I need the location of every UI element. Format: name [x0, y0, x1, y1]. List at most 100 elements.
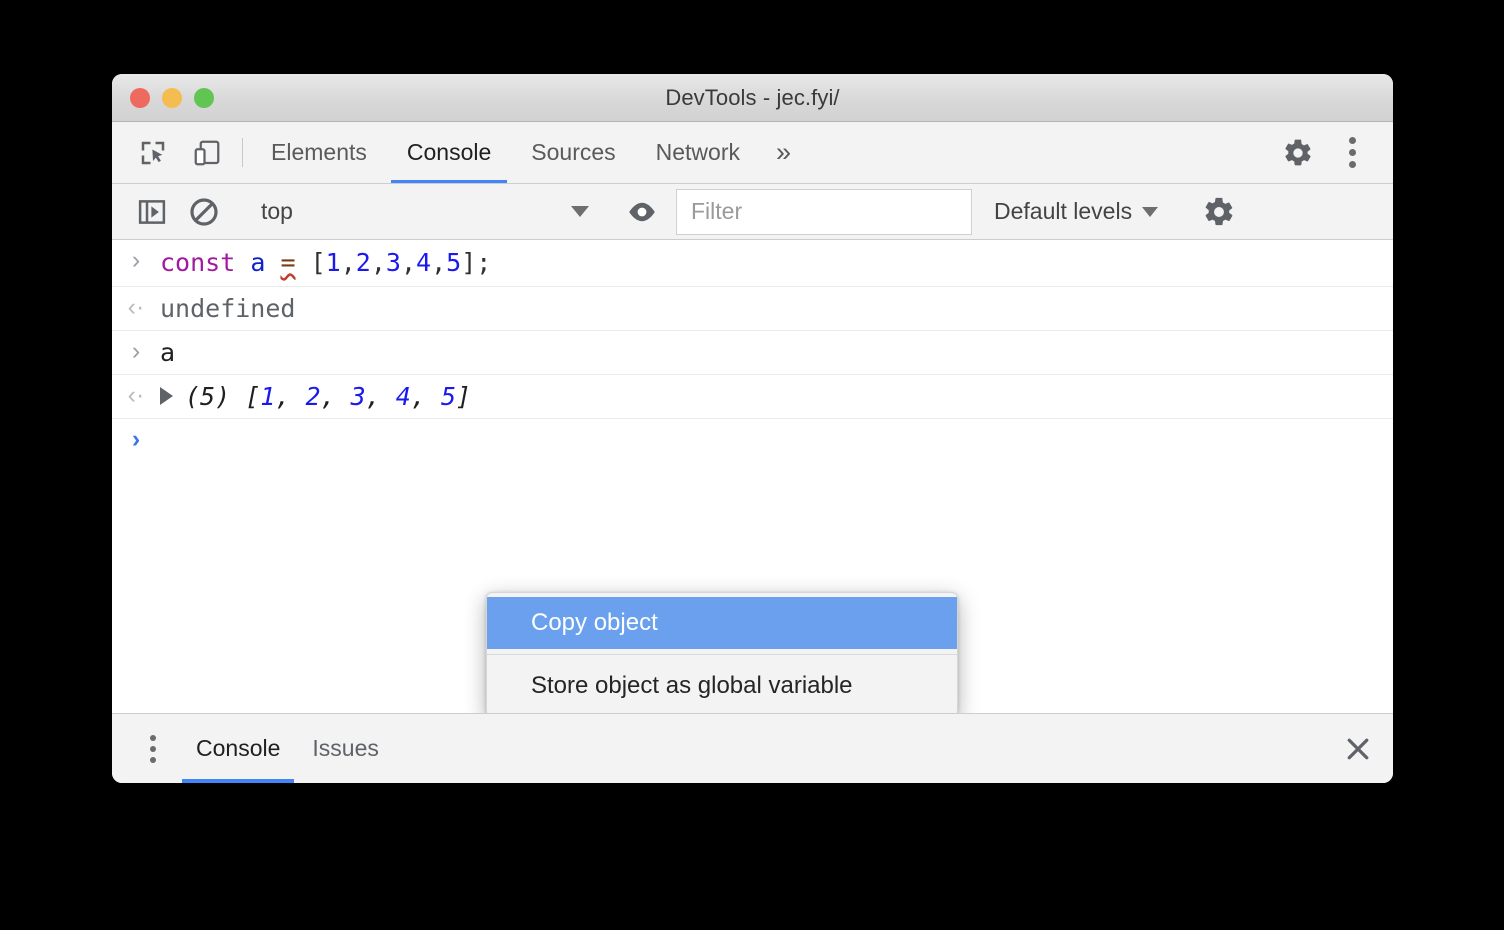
token-comma-1: ,: [340, 248, 356, 277]
token-num-4: 4: [416, 248, 432, 277]
more-tabs-chevron-icon[interactable]: »: [760, 122, 807, 183]
console-row-output-undefined[interactable]: ‹· undefined: [112, 287, 1393, 331]
drawer-more-options-dots: [150, 734, 156, 763]
console-settings-gear-icon[interactable]: [1193, 192, 1245, 232]
console-row-input-const[interactable]: › const a = [1,2,3,4,5];: [112, 240, 1393, 287]
console-sidebar-icon[interactable]: [126, 192, 178, 232]
console-row-gutter: ‹·: [112, 382, 160, 408]
console-output-undefined: undefined: [160, 294, 296, 323]
clear-console-icon[interactable]: [178, 192, 230, 232]
drawer-tab-issues-label: Issues: [312, 735, 379, 761]
tab-console-label: Console: [406, 139, 492, 165]
chevron-down-icon: [571, 206, 589, 217]
array-sep-0: ,: [275, 382, 306, 411]
drawer-more-options-icon[interactable]: [126, 714, 180, 783]
token-bracket-open: [: [295, 248, 326, 277]
toolbar-divider: [242, 138, 243, 167]
array-sep-2: ,: [365, 382, 396, 411]
token-const: const: [160, 248, 236, 277]
log-levels-chevron-down-icon: [1142, 206, 1159, 217]
device-toolbar-icon[interactable]: [180, 122, 234, 183]
token-space-2: [265, 248, 280, 277]
console-input-a: a: [160, 338, 176, 367]
array-bracket-close: ]: [456, 382, 472, 411]
tab-elements[interactable]: Elements: [251, 122, 387, 183]
array-item-2: 3: [350, 382, 366, 411]
console-row-input-a[interactable]: › a: [112, 331, 1393, 375]
context-menu-item-store-global[interactable]: Store object as global variable: [487, 660, 957, 712]
array-item-0: 1: [260, 382, 276, 411]
drawer-tab-console-label: Console: [196, 735, 281, 761]
input-marker-icon: ›: [131, 246, 141, 274]
drawer-toolbar: Console Issues: [112, 713, 1393, 783]
devtools-window: DevTools - jec.fyi/ Elements Console Sou…: [112, 74, 1393, 783]
console-message-list[interactable]: › const a = [1,2,3,4,5]; ‹· undefined › …: [112, 240, 1393, 713]
drawer-tab-console[interactable]: Console: [180, 714, 296, 783]
log-levels-selector[interactable]: Default levels: [980, 198, 1176, 225]
token-comma-3: ,: [400, 248, 416, 277]
array-sep-3: ,: [410, 382, 441, 411]
live-expression-eye-icon[interactable]: [616, 192, 668, 232]
tab-sources-label: Sources: [531, 139, 616, 165]
settings-gear-icon[interactable]: [1271, 137, 1325, 169]
console-row-gutter: ›: [112, 338, 160, 364]
token-comma-4: ,: [431, 248, 447, 277]
more-options-icon[interactable]: [1325, 137, 1379, 168]
console-row-gutter: ›: [112, 247, 160, 273]
tab-sources[interactable]: Sources: [511, 122, 635, 183]
input-marker-icon: ›: [131, 337, 141, 365]
token-num-5: 5: [446, 248, 462, 277]
main-toolbar-right: [1254, 122, 1393, 183]
context-menu-separator: [487, 654, 957, 655]
tab-network-label: Network: [655, 139, 740, 165]
expand-array-triangle-icon[interactable]: [160, 387, 173, 405]
context-menu-item-copy-object[interactable]: Copy object: [487, 597, 957, 649]
console-output-array[interactable]: (5) [1, 2, 3, 4, 5]: [160, 382, 471, 411]
context-menu-item-copy-object-label: Copy object: [531, 609, 658, 636]
tab-elements-label: Elements: [271, 139, 367, 165]
console-toolbar: top Filter Default levels: [112, 184, 1393, 240]
console-filter-input[interactable]: Filter: [676, 188, 972, 235]
context-menu-item-store-global-label: Store object as global variable: [531, 672, 853, 699]
minimize-window-button[interactable]: [162, 87, 182, 108]
array-item-1: 2: [305, 382, 321, 411]
window-title: DevTools - jec.fyi/: [665, 84, 840, 110]
more-tabs-label: »: [776, 137, 792, 167]
maximize-window-button[interactable]: [194, 87, 214, 108]
console-row-prompt[interactable]: ›: [112, 419, 1393, 459]
close-icon: [1347, 738, 1369, 759]
console-row-gutter: ‹·: [112, 294, 160, 320]
token-identifier-a: a: [250, 248, 266, 277]
array-item-3: 4: [395, 382, 411, 411]
output-marker-icon: ‹·: [127, 381, 145, 409]
drawer-spacer: [395, 714, 1323, 783]
close-drawer-button[interactable]: [1323, 714, 1393, 783]
output-marker-icon: ‹·: [127, 293, 145, 321]
window-titlebar: DevTools - jec.fyi/: [112, 74, 1393, 122]
token-num-3: 3: [385, 248, 401, 277]
console-row-output-array[interactable]: ‹· (5) [1, 2, 3, 4, 5]: [112, 375, 1393, 419]
token-assign: =: [280, 248, 296, 277]
execution-context-selector[interactable]: top: [247, 198, 599, 225]
more-options-dots: [1348, 137, 1356, 168]
execution-context-value: top: [261, 198, 293, 224]
main-toolbar: Elements Console Sources Network »: [112, 122, 1393, 184]
console-input-code: const a = [1,2,3,4,5];: [160, 247, 491, 279]
array-sep-1: ,: [320, 382, 351, 411]
token-num-1: 1: [325, 248, 341, 277]
prompt-marker-icon: ›: [131, 425, 141, 453]
token-space-1: [235, 248, 250, 277]
tab-console[interactable]: Console: [387, 122, 511, 183]
drawer-tab-issues[interactable]: Issues: [296, 714, 394, 783]
inspect-element-icon[interactable]: [126, 122, 180, 183]
console-row-gutter: ›: [112, 426, 160, 452]
array-length-prefix: (5): [185, 382, 231, 411]
token-comma-2: ,: [370, 248, 386, 277]
array-bracket-open: [: [230, 382, 261, 411]
log-levels-label: Default levels: [994, 198, 1133, 224]
token-bracket-close: ];: [461, 248, 492, 277]
array-item-4: 5: [440, 382, 457, 411]
tab-network[interactable]: Network: [636, 122, 760, 183]
close-window-button[interactable]: [130, 87, 150, 108]
